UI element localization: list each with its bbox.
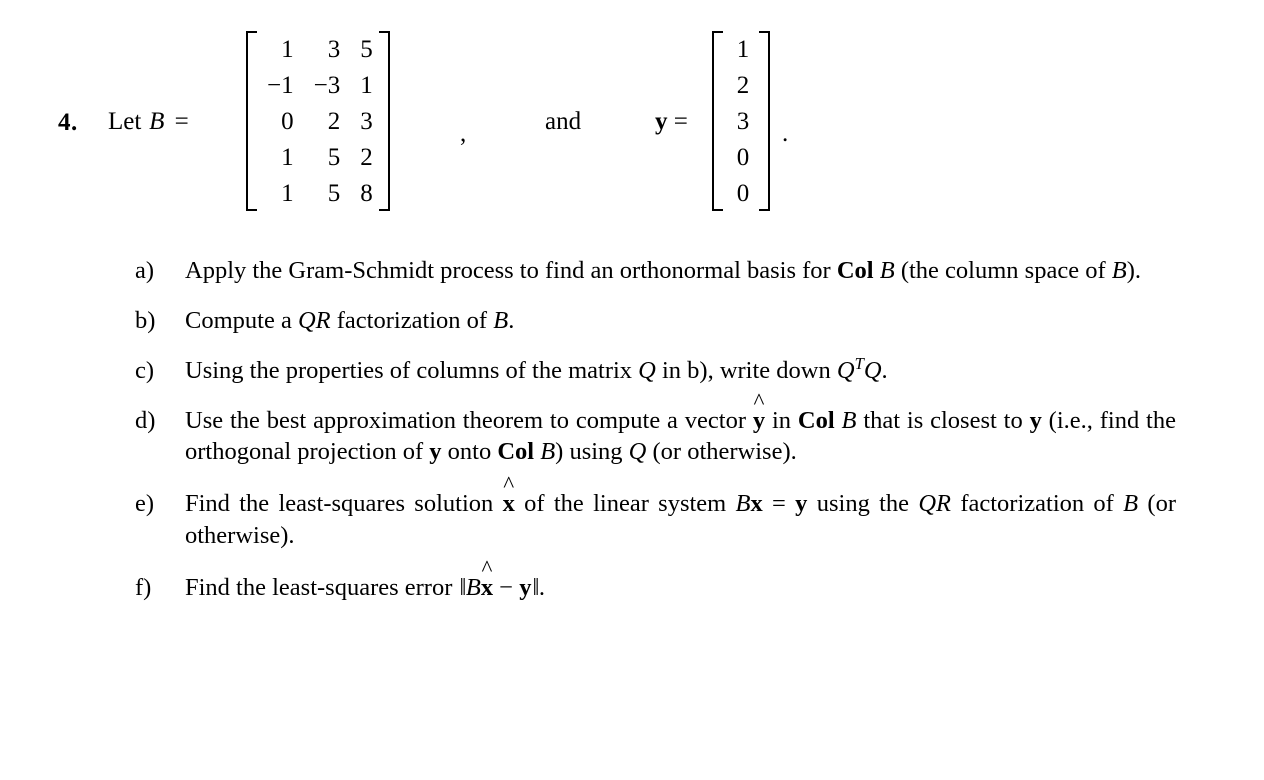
matrix-cell: 1 [281, 179, 294, 207]
matrix-b: 1 3 5 −1 −3 1 0 2 3 1 5 2 1 5 8 [246, 31, 390, 211]
parts-list: a) Apply the Gram-Schmidt process to fin… [0, 255, 1264, 620]
table-row: −1 −3 1 [263, 67, 373, 103]
matrix-cell: 5 [327, 179, 341, 207]
problem-number: 4. [58, 109, 78, 136]
part-e-text: Find the least-squares solution ^ x of th… [185, 472, 1176, 550]
matrix-b-left-bracket [246, 31, 257, 211]
vector-cell: 1 [736, 35, 750, 63]
table-row: 2 [729, 67, 753, 103]
vector-y-equals-label: y = [655, 108, 688, 136]
equals-sign-y: = [673, 108, 688, 135]
vector-cell: 2 [736, 71, 750, 99]
vector-cell: 0 [736, 143, 750, 171]
period-after-vector: . [782, 120, 789, 147]
part-e: e) Find the least-squares solution ^ x of… [0, 472, 1264, 552]
part-a-text: Apply the Gram-Schmidt process to find a… [185, 257, 1141, 284]
vector-cell: 0 [736, 179, 750, 207]
y-hat-symbol: ^ y [752, 388, 766, 434]
part-b: b) Compute a QR factorization of B. [0, 305, 1264, 337]
table-row: 1 5 8 [263, 175, 373, 211]
part-f-text: Find the least-squares error ‖B ^ x − y‖. [185, 555, 1176, 604]
matrix-cell: 5 [327, 143, 341, 171]
matrix-b-right-bracket [378, 31, 390, 211]
part-d-label: d) [135, 406, 156, 434]
vector-y-right-bracket [759, 31, 770, 211]
matrix-b-grid: 1 3 5 −1 −3 1 0 2 3 1 5 2 1 5 8 [263, 31, 373, 211]
vector-y: 1 2 3 0 0 [712, 31, 770, 211]
table-row: 1 3 5 [263, 31, 373, 67]
matrix-cell: 3 [360, 107, 373, 135]
part-d-text: Use the best approximation theorem to co… [185, 388, 1176, 466]
matrix-cell: −3 [313, 71, 341, 99]
matrix-cell: 2 [360, 143, 373, 171]
table-row: 1 [729, 31, 753, 67]
table-row: 3 [729, 103, 753, 139]
part-b-text: Compute a QR factorization of B. [185, 306, 515, 334]
part-c-text: Using the properties of columns of the m… [185, 353, 888, 384]
matrix-b-symbol: B [149, 108, 165, 135]
part-e-label: e) [135, 490, 155, 518]
vector-y-grid: 1 2 3 0 0 [729, 31, 753, 211]
matrix-cell: 1 [281, 143, 294, 171]
part-c-label: c) [135, 356, 155, 384]
matrix-cell: −1 [267, 71, 294, 99]
part-f: f) Find the least-squares error ‖B ^ x − y… [0, 555, 1264, 604]
vector-cell: 3 [736, 107, 750, 135]
matrix-cell: 5 [360, 35, 373, 63]
part-b-label: b) [135, 306, 156, 334]
part-a: a) Apply the Gram-Schmidt process to fin… [0, 255, 1264, 287]
and-word: and [545, 108, 582, 135]
table-row: 0 [729, 139, 753, 175]
table-row: 1 5 2 [263, 139, 373, 175]
matrix-cell: 1 [360, 71, 373, 99]
x-hat-symbol: ^ x [502, 472, 515, 518]
matrix-cell: 1 [281, 35, 294, 63]
vector-y-left-bracket [712, 31, 723, 211]
comma-after-matrix: , [460, 120, 467, 147]
table-row: 0 [729, 175, 753, 211]
part-a-label: a) [135, 257, 155, 284]
let-word: Let [108, 108, 142, 135]
part-d: d) Use the best approximation theorem to… [0, 388, 1264, 469]
x-hat-symbol-norm: ^ x [480, 555, 494, 601]
part-f-label: f) [135, 573, 152, 601]
matrix-cell: 2 [327, 107, 341, 135]
matrix-cell: 3 [327, 35, 341, 63]
part-c: c) Using the properties of columns of th… [0, 355, 1264, 387]
table-row: 0 2 3 [263, 103, 373, 139]
vector-y-symbol: y [655, 108, 668, 135]
problem-header: 4. Let B = 1 3 5 −1 −3 1 0 2 3 1 5 2 1 5… [0, 0, 1264, 240]
matrix-cell: 8 [360, 179, 373, 207]
equals-sign-b: = [174, 108, 189, 135]
let-b-equals-label: Let B = [108, 108, 189, 136]
matrix-cell: 0 [281, 107, 294, 135]
